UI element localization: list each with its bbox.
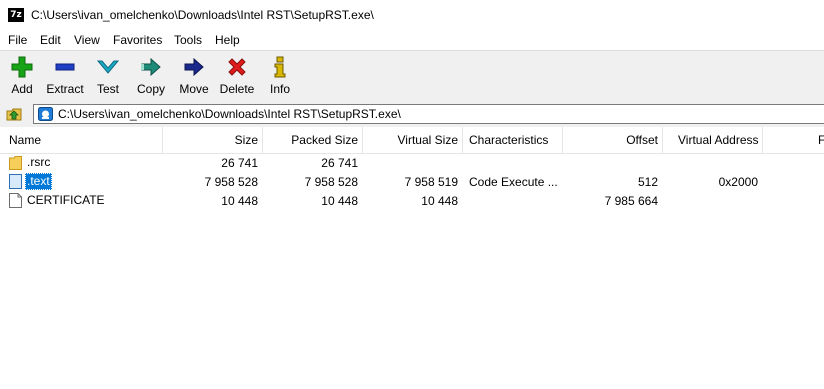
menu-edit[interactable]: Edit bbox=[40, 33, 61, 47]
info-label: Info bbox=[269, 82, 290, 96]
window-title: C:\Users\ivan_omelchenko\Downloads\Intel… bbox=[31, 8, 374, 22]
item-offset: 512 bbox=[637, 175, 658, 189]
item-virtual-size: 10 448 bbox=[421, 194, 458, 208]
item-name: .text bbox=[25, 173, 52, 190]
item-size: 7 958 528 bbox=[204, 175, 258, 189]
menu-view[interactable]: View bbox=[74, 33, 100, 47]
item-packed-size: 10 448 bbox=[321, 194, 358, 208]
title-bar: 7z C:\Users\ivan_omelchenko\Downloads\In… bbox=[0, 0, 824, 30]
column-divider[interactable] bbox=[462, 127, 463, 153]
menu-help[interactable]: Help bbox=[215, 33, 240, 47]
column-header-virtual-address[interactable]: Virtual Address bbox=[678, 133, 759, 147]
file-icon bbox=[9, 193, 22, 208]
list-item[interactable]: .text 7 958 528 7 958 528 7 958 519 Code… bbox=[0, 172, 824, 191]
folder-up-icon[interactable] bbox=[6, 106, 22, 122]
path-field[interactable] bbox=[33, 104, 824, 124]
item-virtual-size: 7 958 519 bbox=[404, 175, 458, 189]
column-header-packed-size[interactable]: Packed Size bbox=[262, 133, 358, 147]
7zip-app-icon: 7z bbox=[8, 8, 24, 22]
menu-bar: File Edit View Favorites Tools Help bbox=[0, 30, 824, 50]
info-button[interactable]: Info bbox=[258, 53, 302, 99]
address-bar bbox=[0, 101, 824, 127]
column-header-virtual-size[interactable]: Virtual Size bbox=[362, 133, 458, 147]
archive-icon bbox=[38, 107, 53, 121]
item-size: 10 448 bbox=[221, 194, 258, 208]
item-size: 26 741 bbox=[221, 156, 258, 170]
menu-tools[interactable]: Tools bbox=[174, 33, 202, 47]
item-characteristics: Code Execute ... bbox=[469, 175, 558, 189]
checkmark-chevron-icon bbox=[97, 60, 119, 74]
list-item[interactable]: CERTIFICATE 10 448 10 448 10 448 7 985 6… bbox=[0, 191, 824, 210]
file-icon bbox=[9, 174, 22, 189]
column-header-name[interactable]: Name bbox=[9, 133, 41, 147]
item-packed-size: 7 958 528 bbox=[304, 175, 358, 189]
column-header-offset[interactable]: Offset bbox=[562, 133, 658, 147]
move-arrow-icon bbox=[184, 57, 204, 77]
plus-icon bbox=[11, 56, 33, 78]
info-icon bbox=[274, 56, 286, 78]
column-header-size[interactable]: Size bbox=[162, 133, 258, 147]
menu-file[interactable]: File bbox=[8, 33, 27, 47]
minus-icon bbox=[55, 63, 75, 71]
item-offset: 7 985 664 bbox=[604, 194, 658, 208]
folder-icon bbox=[9, 156, 22, 170]
toolbar: Add Extract Test Copy Move Delete Info bbox=[0, 51, 824, 101]
file-list: Name Size Packed Size Virtual Size Chara… bbox=[0, 127, 824, 389]
menu-favorites[interactable]: Favorites bbox=[113, 33, 162, 47]
list-header: Name Size Packed Size Virtual Size Chara… bbox=[0, 127, 824, 154]
item-name: CERTIFICATE bbox=[27, 193, 105, 207]
column-divider[interactable] bbox=[762, 127, 763, 153]
copy-arrow-icon bbox=[141, 57, 161, 77]
column-header-truncated[interactable]: F bbox=[818, 133, 824, 147]
list-item[interactable]: .rsrc 26 741 26 741 bbox=[0, 153, 824, 172]
column-divider[interactable] bbox=[662, 127, 663, 153]
column-header-characteristics[interactable]: Characteristics bbox=[469, 133, 548, 147]
item-name: .rsrc bbox=[27, 155, 51, 169]
item-packed-size: 26 741 bbox=[321, 156, 358, 170]
path-input[interactable] bbox=[58, 106, 758, 122]
item-virtual-address: 0x2000 bbox=[718, 175, 758, 189]
delete-x-icon bbox=[228, 58, 246, 76]
